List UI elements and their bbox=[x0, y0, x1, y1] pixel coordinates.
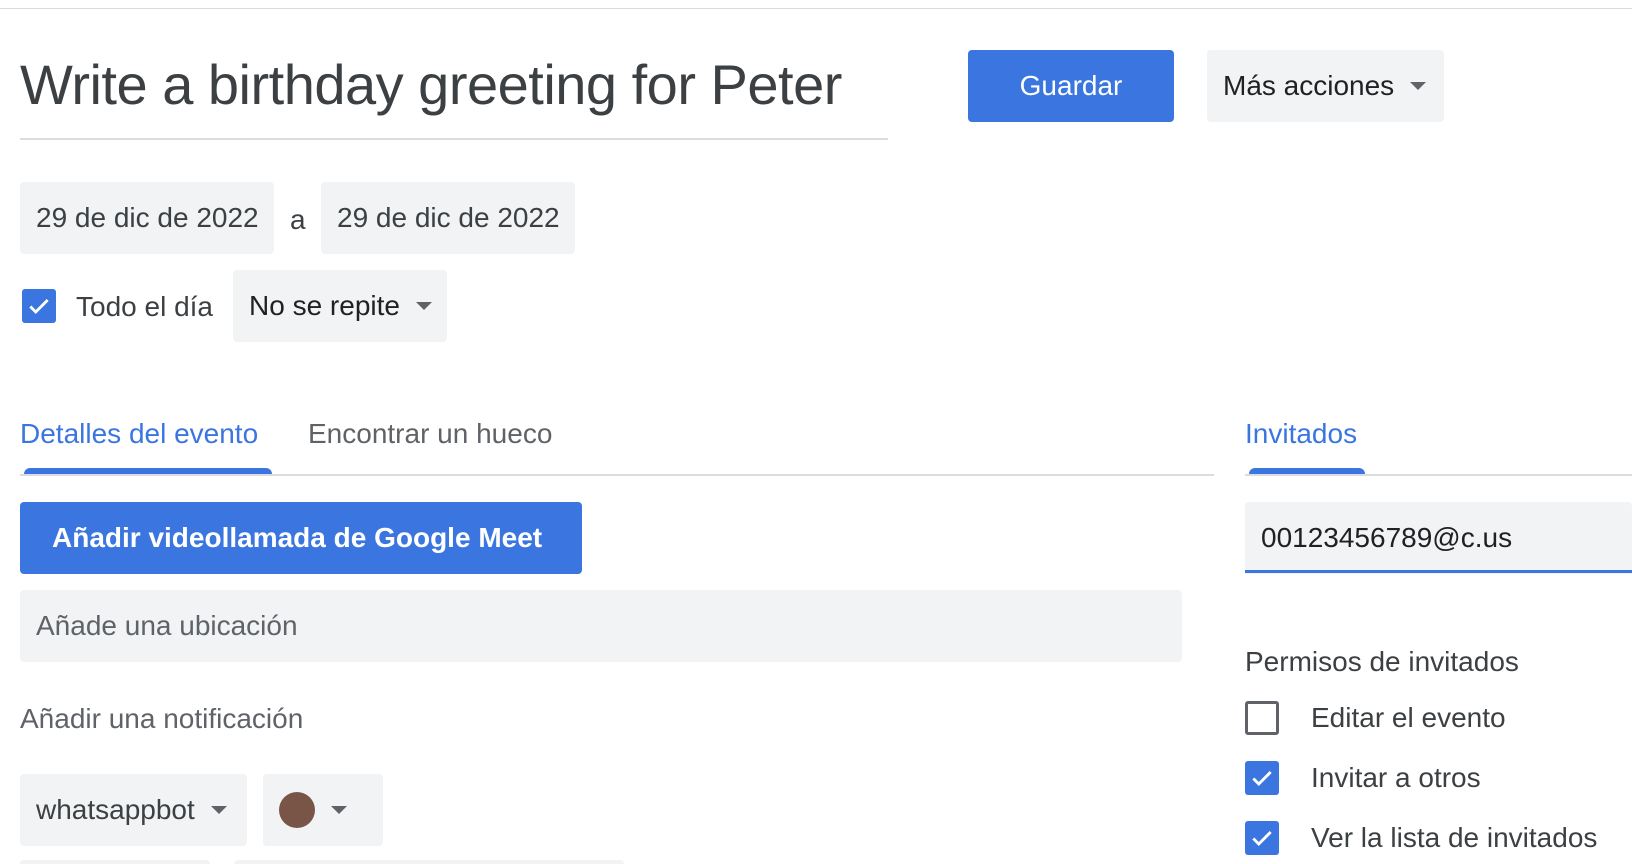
chevron-down-icon bbox=[331, 806, 347, 814]
chevron-down-icon bbox=[1410, 82, 1427, 90]
edit-event-checkbox[interactable] bbox=[1245, 701, 1279, 735]
calendar-name: whatsappbot bbox=[36, 794, 195, 825]
guest-email-input[interactable] bbox=[1245, 502, 1632, 574]
all-day-label: Todo el día bbox=[76, 291, 213, 322]
color-swatch bbox=[279, 792, 315, 828]
event-color-dropdown[interactable] bbox=[263, 774, 383, 846]
location-input[interactable]: Añade una ubicación bbox=[20, 590, 1182, 662]
calendar-dropdown[interactable]: whatsappbot bbox=[20, 774, 247, 846]
title-underline bbox=[20, 138, 888, 140]
check-icon bbox=[1252, 771, 1272, 786]
add-notification-link[interactable]: Añadir una notificación bbox=[20, 703, 303, 735]
event-edit-page: Write a birthday greeting for Peter Guar… bbox=[0, 0, 1632, 864]
permission-see-guest-list[interactable]: Ver la lista de invitados bbox=[1245, 821, 1597, 855]
permission-label: Editar el evento bbox=[1311, 702, 1506, 733]
add-google-meet-button[interactable]: Añadir videollamada de Google Meet bbox=[20, 502, 582, 574]
event-title-input[interactable]: Write a birthday greeting for Peter bbox=[20, 52, 842, 117]
end-date-field[interactable]: 29 de dic de 2022 bbox=[321, 182, 575, 254]
chevron-down-icon bbox=[210, 806, 227, 814]
chevron-down-icon bbox=[415, 302, 432, 310]
permission-invite-others[interactable]: Invitar a otros bbox=[1245, 761, 1481, 795]
tabs-divider bbox=[1245, 474, 1632, 476]
tab-find-time[interactable]: Encontrar un hueco bbox=[308, 418, 552, 450]
top-divider bbox=[0, 8, 1632, 9]
all-day-checkbox[interactable] bbox=[22, 289, 56, 323]
partial-field[interactable] bbox=[234, 860, 624, 864]
guest-permissions-heading: Permisos de invitados bbox=[1245, 646, 1519, 677]
repeat-value: No se repite bbox=[249, 290, 400, 321]
partial-field[interactable] bbox=[20, 860, 210, 864]
save-button[interactable]: Guardar bbox=[968, 50, 1174, 122]
permission-label: Ver la lista de invitados bbox=[1311, 822, 1598, 853]
see-guest-list-checkbox[interactable] bbox=[1245, 821, 1279, 855]
tabs-divider bbox=[20, 474, 1214, 476]
date-separator: a bbox=[290, 204, 306, 235]
permission-edit-event[interactable]: Editar el evento bbox=[1245, 701, 1506, 735]
permission-label: Invitar a otros bbox=[1311, 762, 1481, 793]
more-actions-dropdown[interactable]: Más acciones bbox=[1207, 50, 1444, 122]
invite-others-checkbox[interactable] bbox=[1245, 761, 1279, 795]
repeat-dropdown[interactable]: No se repite bbox=[233, 270, 447, 342]
start-date-field[interactable]: 29 de dic de 2022 bbox=[20, 182, 274, 254]
tab-guests[interactable]: Invitados bbox=[1245, 418, 1357, 450]
check-icon bbox=[29, 299, 49, 314]
check-icon bbox=[1252, 831, 1272, 846]
tab-event-details[interactable]: Detalles del evento bbox=[20, 418, 258, 450]
guest-input-focus-underline bbox=[1245, 570, 1632, 573]
more-actions-label: Más acciones bbox=[1223, 70, 1395, 101]
